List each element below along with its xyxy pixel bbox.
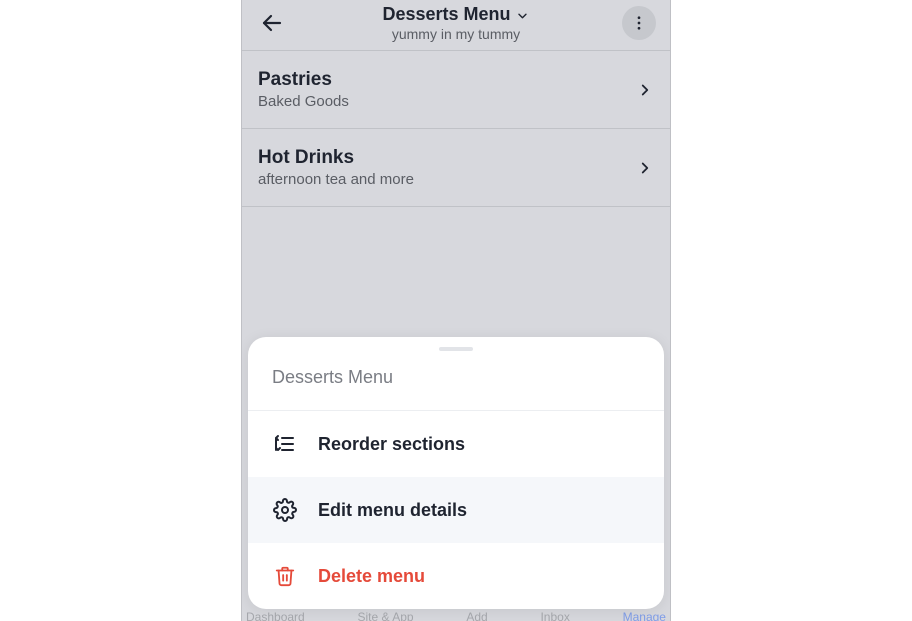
nav-item[interactable]: Add bbox=[466, 610, 487, 621]
header: Desserts Menu yummy in my tummy bbox=[242, 0, 670, 50]
nav-item[interactable]: Manage bbox=[623, 610, 666, 621]
section-title: Hot Drinks bbox=[258, 147, 636, 169]
sheet-item-label: Reorder sections bbox=[318, 434, 465, 455]
sheet-item-reorder-sections[interactable]: Reorder sections bbox=[248, 411, 664, 477]
sheet-title: Desserts Menu bbox=[248, 357, 664, 411]
header-title-block[interactable]: Desserts Menu yummy in my tummy bbox=[382, 4, 529, 42]
trash-icon bbox=[272, 563, 298, 589]
chevron-right-icon bbox=[636, 159, 654, 177]
app-frame: Desserts Menu yummy in my tummy Pastries… bbox=[241, 0, 671, 621]
gear-icon bbox=[272, 497, 298, 523]
more-vertical-icon bbox=[630, 14, 648, 32]
header-title: Desserts Menu bbox=[382, 4, 510, 25]
section-row-hot-drinks[interactable]: Hot Drinks afternoon tea and more bbox=[242, 129, 670, 207]
back-button[interactable] bbox=[256, 7, 288, 39]
sheet-item-edit-menu-details[interactable]: Edit menu details bbox=[248, 477, 664, 543]
section-text: Pastries Baked Goods bbox=[258, 69, 636, 110]
sheet-item-delete-menu[interactable]: Delete menu bbox=[248, 543, 664, 609]
more-options-button[interactable] bbox=[622, 6, 656, 40]
nav-item[interactable]: Site & App bbox=[358, 610, 414, 621]
arrow-left-icon bbox=[260, 11, 284, 35]
sheet-drag-handle[interactable] bbox=[439, 347, 473, 351]
chevron-right-icon bbox=[636, 81, 654, 99]
nav-item[interactable]: Inbox bbox=[540, 610, 569, 621]
nav-item[interactable]: Dashboard bbox=[246, 610, 305, 621]
section-row-pastries[interactable]: Pastries Baked Goods bbox=[242, 51, 670, 129]
section-subtitle: afternoon tea and more bbox=[258, 171, 636, 188]
bottom-nav: Dashboard Site & App Add Inbox Manage bbox=[242, 610, 670, 621]
header-subtitle: yummy in my tummy bbox=[382, 26, 529, 42]
reorder-icon bbox=[272, 431, 298, 457]
sheet-item-label: Delete menu bbox=[318, 566, 425, 587]
chevron-down-icon bbox=[516, 9, 530, 23]
action-sheet: Desserts Menu Reorder sections bbox=[248, 337, 664, 609]
section-title: Pastries bbox=[258, 69, 636, 91]
sheet-item-label: Edit menu details bbox=[318, 500, 467, 521]
section-subtitle: Baked Goods bbox=[258, 93, 636, 110]
section-text: Hot Drinks afternoon tea and more bbox=[258, 147, 636, 188]
